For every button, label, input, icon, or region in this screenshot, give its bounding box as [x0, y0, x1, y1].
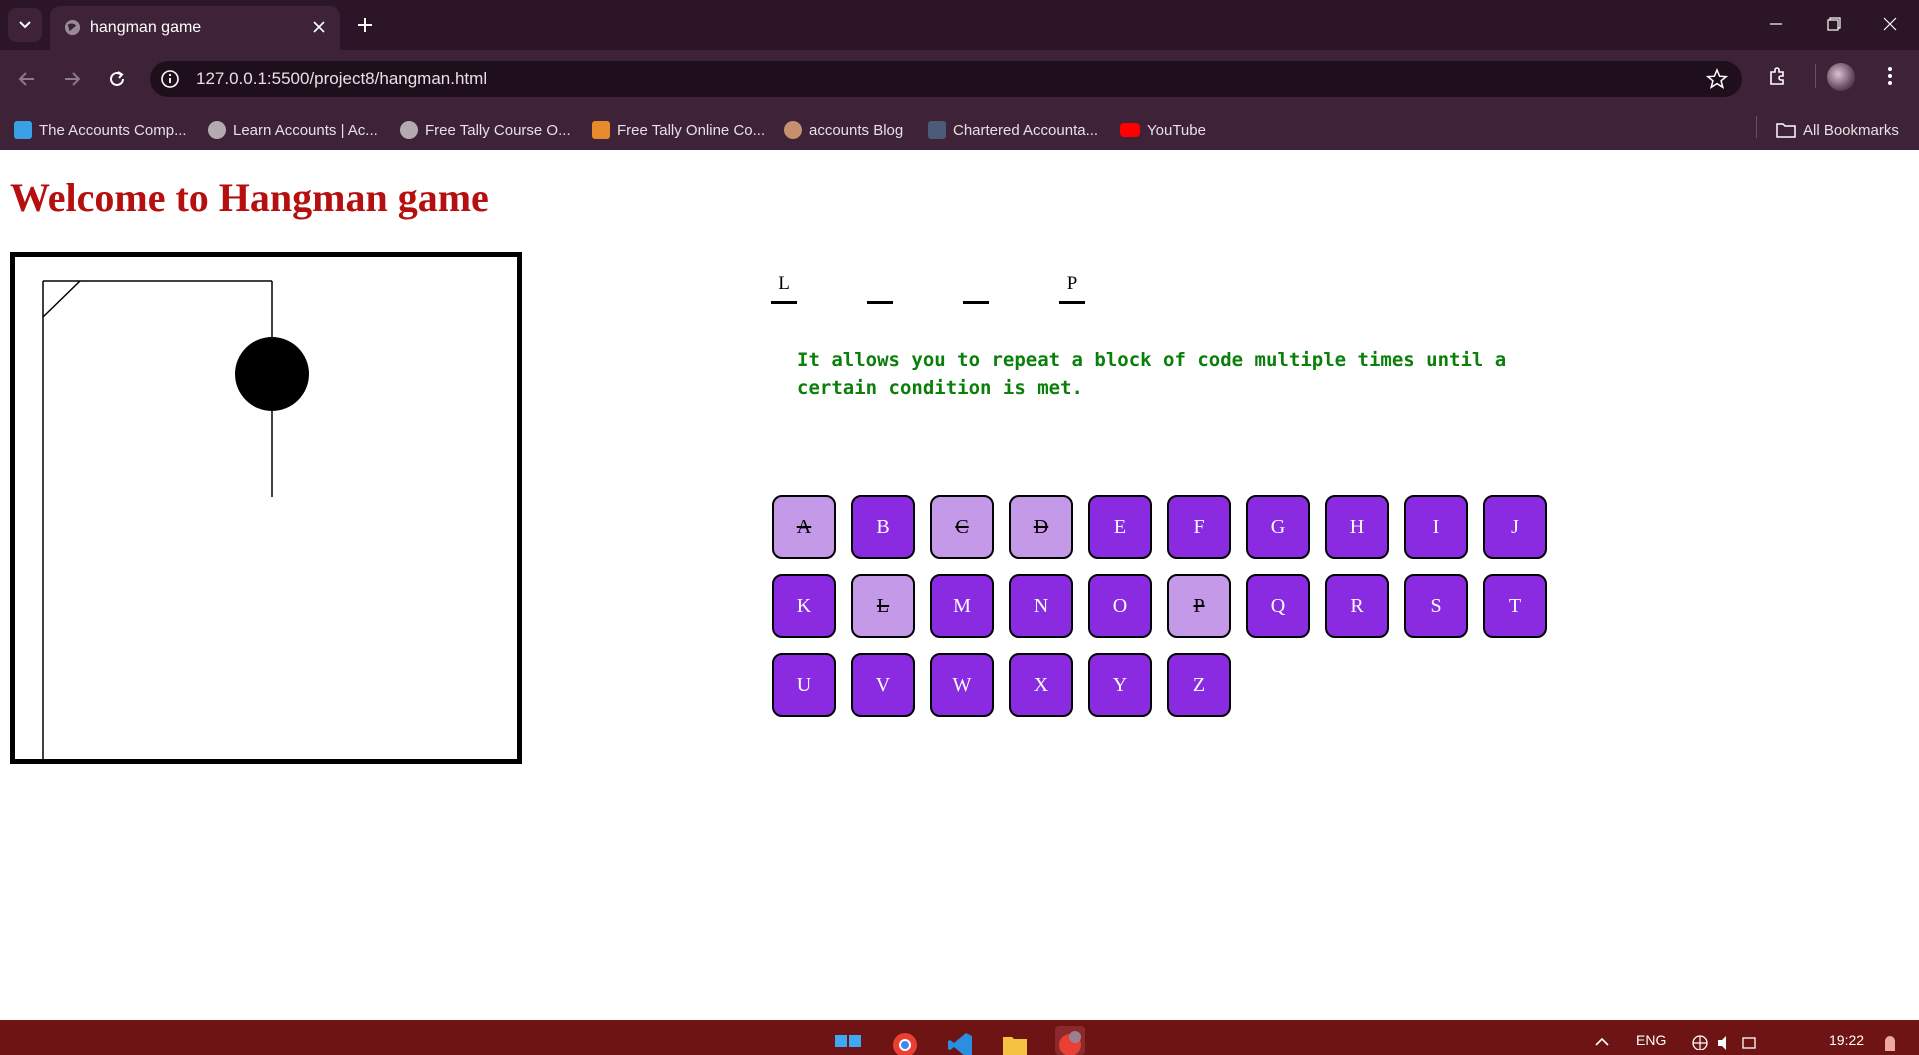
tab-list-button[interactable] [8, 8, 42, 42]
new-tab-button[interactable] [352, 12, 378, 38]
word-slot: L [771, 271, 797, 304]
forward-button[interactable] [55, 62, 89, 96]
restore-button[interactable] [1814, 8, 1854, 40]
bookmark-youtube[interactable]: YouTube [1120, 118, 1206, 142]
profile-avatar[interactable] [1827, 63, 1855, 91]
letter-key-d[interactable]: D [1009, 495, 1073, 559]
globe-icon [400, 121, 418, 139]
letter-key-m[interactable]: M [930, 574, 994, 638]
letter-key-v[interactable]: V [851, 653, 915, 717]
letter-key-f[interactable]: F [1167, 495, 1231, 559]
letter-key-e[interactable]: E [1088, 495, 1152, 559]
vscode-icon[interactable] [945, 1026, 975, 1055]
restore-icon [1827, 17, 1841, 31]
tab-strip: hangman game [0, 0, 1919, 50]
globe-icon [64, 19, 81, 36]
letter-key-l[interactable]: L [851, 574, 915, 638]
bookmark-item[interactable]: Learn Accounts | Ac... [208, 118, 378, 142]
close-window-button[interactable] [1870, 8, 1910, 40]
bookmarks-divider [1756, 116, 1757, 138]
hangman-head [235, 337, 309, 411]
close-tab-icon[interactable] [308, 16, 330, 38]
extensions-button[interactable] [1763, 61, 1793, 91]
toolbar-divider [1815, 64, 1816, 88]
bookmark-item[interactable]: Chartered Accounta... [928, 118, 1098, 142]
letter-key-n[interactable]: N [1009, 574, 1073, 638]
letter-key-j[interactable]: J [1483, 495, 1547, 559]
menu-button[interactable] [1875, 61, 1905, 91]
reload-icon [110, 71, 124, 86]
language-indicator[interactable]: ENG [1636, 1032, 1666, 1048]
bookmark-item[interactable]: Free Tally Course O... [400, 118, 571, 142]
chrome-icon[interactable] [890, 1026, 920, 1055]
clock-time[interactable]: 19:22 [1829, 1032, 1864, 1048]
tab-hangman[interactable]: hangman game [50, 6, 340, 50]
letter-key-b[interactable]: B [851, 495, 915, 559]
bookmarks-bar: The Accounts Comp... Learn Accounts | Ac… [0, 110, 1919, 150]
hint-text: It allows you to repeat a block of code … [797, 349, 1507, 399]
page-title: Welcome to Hangman game [10, 175, 489, 220]
letter-key-c[interactable]: C [930, 495, 994, 559]
globe-icon [208, 121, 226, 139]
gallows-brace [42, 280, 81, 318]
word-slot [963, 271, 989, 304]
letter-key-h[interactable]: H [1325, 495, 1389, 559]
letter-key-r[interactable]: R [1325, 574, 1389, 638]
plus-icon [358, 18, 372, 32]
notification-icon[interactable] [1880, 1026, 1900, 1055]
close-icon [1883, 17, 1897, 31]
letter-key-p[interactable]: P [1167, 574, 1231, 638]
url-text[interactable]: 127.0.0.1:5500/project8/hangman.html [196, 69, 487, 89]
star-icon[interactable] [1706, 68, 1728, 90]
ca-icon [928, 121, 946, 139]
letter-key-o[interactable]: O [1088, 574, 1152, 638]
chevron-down-icon [19, 21, 31, 29]
letter-key-u[interactable]: U [772, 653, 836, 717]
toolbar: 127.0.0.1:5500/project8/hangman.html [0, 50, 1919, 108]
arrow-right-icon [65, 72, 81, 86]
letter-key-w[interactable]: W [930, 653, 994, 717]
kebab-menu-icon [1888, 67, 1892, 85]
hangman-board [10, 252, 522, 764]
person-icon [784, 121, 802, 139]
bookmark-item[interactable]: accounts Blog [784, 118, 903, 142]
bookmark-favicon-icon [14, 121, 32, 139]
minimize-button[interactable] [1756, 8, 1796, 40]
tab-title: hangman game [90, 19, 202, 36]
address-bar[interactable]: 127.0.0.1:5500/project8/hangman.html [150, 61, 1742, 97]
windows-start-icon[interactable] [833, 1026, 863, 1055]
page-content: Welcome to Hangman game L P It allows you… [0, 150, 1919, 1020]
bookmark-item[interactable]: Free Tally Online Co... [592, 118, 765, 142]
chevron-up-icon[interactable] [1587, 1026, 1617, 1055]
minimize-icon [1770, 23, 1782, 25]
letter-key-s[interactable]: S [1404, 574, 1468, 638]
hangman-drawing [42, 280, 309, 759]
letter-key-y[interactable]: Y [1088, 653, 1152, 717]
back-button[interactable] [10, 62, 44, 96]
puzzle-icon [1770, 67, 1784, 85]
chrome-profile-icon[interactable] [1055, 1026, 1085, 1055]
letter-key-q[interactable]: Q [1246, 574, 1310, 638]
letter-key-g[interactable]: G [1246, 495, 1310, 559]
taskbar: ENG 19:22 [0, 1020, 1919, 1055]
letter-key-i[interactable]: I [1404, 495, 1468, 559]
battery-icon[interactable] [1735, 1026, 1765, 1055]
bookmark-item[interactable]: The Accounts Comp... [14, 118, 187, 142]
tally-icon [592, 121, 610, 139]
word-slot: P [1059, 271, 1085, 304]
arrow-left-icon [18, 72, 34, 86]
folder-icon [1776, 123, 1796, 138]
word-slot [867, 271, 893, 304]
letter-key-a[interactable]: A [772, 495, 836, 559]
browser-chrome: hangman game 127.0.0.1:5500/project8/han… [0, 0, 1919, 150]
youtube-icon [1120, 123, 1140, 137]
all-bookmarks-button[interactable]: All Bookmarks [1776, 118, 1899, 142]
letter-key-z[interactable]: Z [1167, 653, 1231, 717]
letter-key-t[interactable]: T [1483, 574, 1547, 638]
reload-button[interactable] [100, 62, 134, 96]
file-explorer-icon[interactable] [1000, 1026, 1030, 1055]
letter-key-x[interactable]: X [1009, 653, 1073, 717]
letter-key-k[interactable]: K [772, 574, 836, 638]
info-icon[interactable] [160, 69, 180, 89]
